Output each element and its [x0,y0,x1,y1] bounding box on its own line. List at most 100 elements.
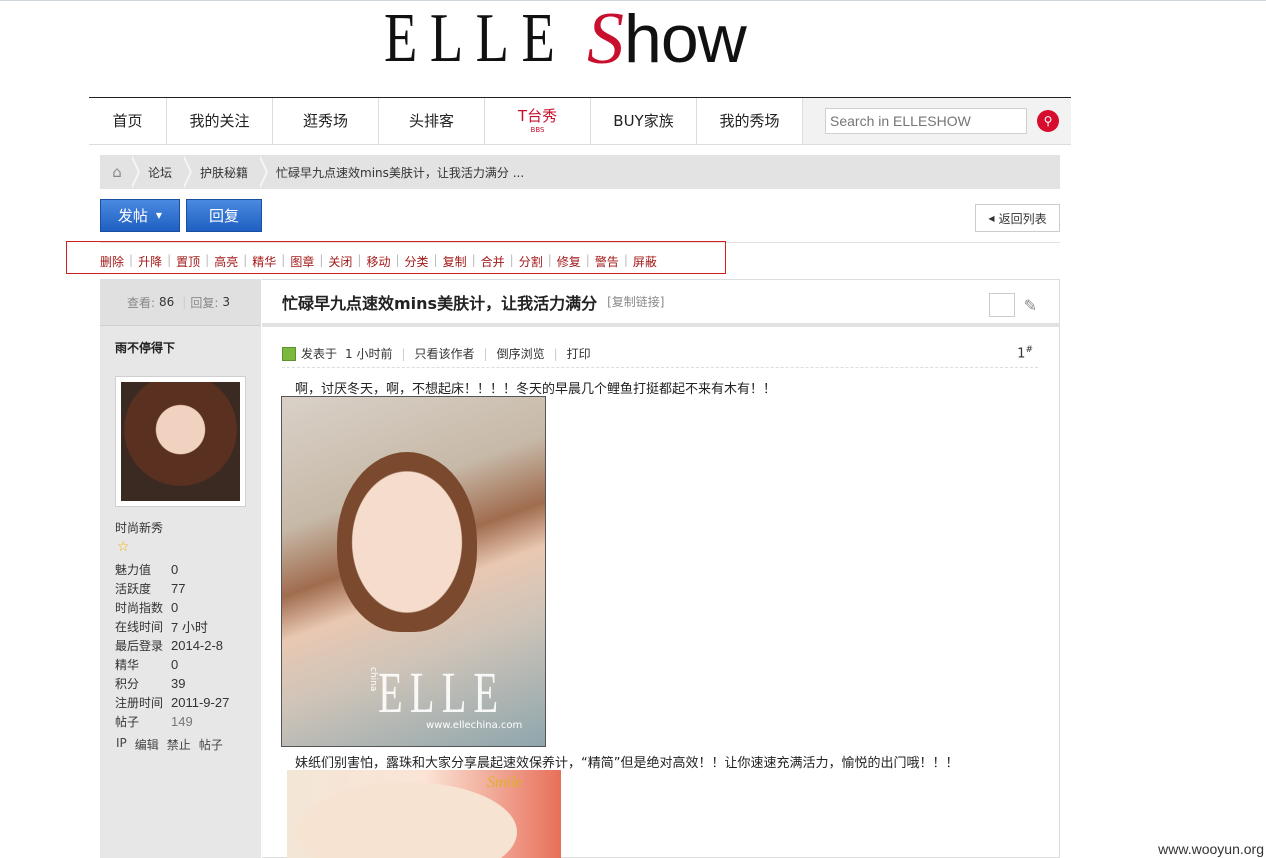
avatar-image [121,382,240,501]
mod-link[interactable]: 高亮 [214,253,238,270]
profile-row: 积分 39 [115,674,229,693]
elleshow-logo[interactable]: ELLE S how [384,0,747,77]
nav-runway-bbs[interactable]: T台秀 BBS [485,98,591,144]
profile-row: 帖子 149 [115,712,229,731]
mod-link[interactable]: 移动 [366,253,390,270]
views-label: 查看: [126,295,156,310]
mod-link[interactable]: 升降 [138,253,162,270]
floor-number[interactable]: 1# [1017,345,1033,361]
mod-link[interactable]: 图章 [290,253,314,270]
mod-link[interactable]: 分割 [519,253,543,270]
watermark-china: china [368,667,378,692]
mod-link[interactable]: 警告 [595,253,619,270]
profile-value: 0 [171,562,179,577]
search-button[interactable]: ⚲ [1037,110,1059,132]
star-icon: ☆ [117,539,130,555]
profile-value: 77 [171,581,186,596]
nav-showroom[interactable]: 逛秀场 [273,98,379,144]
reply-button[interactable]: 回复 [186,199,262,232]
post-image-2[interactable]: Smile [287,770,561,858]
nav-front-row[interactable]: 头排客 [379,98,485,144]
breadcrumb: ⌂ 论坛 护肤秘籍 忙碌早九点速效mins美肤计，让我活力满分 ... [100,155,1060,189]
breadcrumb-current: 忙碌早九点速效mins美肤计，让我活力满分 ... [258,155,538,189]
logo-elle: ELLE [384,0,568,77]
breadcrumb-label: 论坛 [148,165,173,180]
print-link[interactable]: 打印 [567,345,591,362]
profile-table: 魅力值 0 活跃度 77 时尚指数 0 在线时间 7 小时 最后登录 2014-2-8 精华 0 积分 3… [115,560,229,731]
reply-label: 回复 [208,207,239,225]
admin-op-link[interactable]: 编辑 [135,736,159,753]
nav-buy-family[interactable]: BUY家族 [591,98,697,144]
admin-op-link[interactable]: IP [116,736,127,753]
nav-label: 逛秀场 [302,111,348,130]
profile-value: 0 [171,600,179,615]
profile-row: 魅力值 0 [115,560,229,579]
avatar[interactable] [115,376,246,507]
separator: | [547,253,552,267]
only-author-link[interactable]: 只看该作者 [415,345,475,362]
separator: | [357,253,362,267]
mod-link[interactable]: 合并 [481,253,505,270]
new-post-label: 发帖 [117,207,148,225]
nav-my-show[interactable]: 我的秀场 [697,98,803,144]
home-icon[interactable]: ⌂ [100,163,134,181]
breadcrumb-label: 忙碌早九点速效mins美肤计，让我活力满分 ... [276,165,525,180]
nav-label: T台秀 [517,106,558,125]
search-icon: ⚲ [1043,114,1053,128]
mod-link[interactable]: 修复 [557,253,581,270]
watermark-elle: ELLE [378,660,506,725]
nav-label: BUY家族 [613,111,674,130]
mod-link[interactable]: 关闭 [328,253,352,270]
mod-link[interactable]: 复制 [443,253,467,270]
portrait [337,452,477,632]
separator: | [167,253,172,267]
new-post-button[interactable]: 发帖 ▼ [100,199,180,232]
select-checkbox[interactable] [989,293,1015,317]
author-sidebar: 查看: 86 | 回复: 3 雨不停得下 时尚新秀 ☆ 魅力值 0 活跃度 77 时尚指… [100,279,261,858]
nav-home[interactable]: 首页 [89,98,167,144]
profile-key: 活跃度 [115,582,152,596]
copy-link[interactable]: [复制链接] [607,293,664,310]
profile-row: 最后登录 2014-2-8 [115,636,229,655]
separator: | [433,253,438,267]
post-title: 忙碌早九点速效mins美肤计，让我活力满分 [282,293,598,313]
profile-row: 注册时间 2011-9-27 [115,693,229,712]
back-to-list-button[interactable]: ◀ 返回列表 [975,204,1060,232]
search-area: ⚲ [803,98,1071,144]
post-paragraph-2: 妹纸们别害怕，露珠和大家分享晨起速效保养计，“精简”但是绝对高效！！让你速速充满… [295,756,959,771]
floor-mark: # [1025,345,1033,356]
nav-label: 首页 [112,111,143,130]
moderation-toolbar: 删除 | 升降 | 置顶 | 高亮 | 精华 | 图章 | 关闭 | 移动 | 分类 | 复制 | 合并 | 分割 | 修复 | 警… [100,253,657,270]
breadcrumb-skincare[interactable]: 护肤秘籍 [182,155,262,189]
profile-value[interactable]: 149 [171,712,229,731]
profile-key: 时尚指数 [115,601,164,615]
views-count: 86 [159,295,175,309]
separator: | [395,253,400,267]
separator: | [553,346,558,361]
back-label: 返回列表 [998,211,1047,226]
mod-link[interactable]: 精华 [252,253,276,270]
admin-op-link[interactable]: 禁止 [167,736,191,753]
breadcrumb-forum[interactable]: 论坛 [129,155,186,189]
author-name[interactable]: 雨不停得下 [115,339,175,356]
separator: | [623,253,628,267]
mod-link[interactable]: 删除 [100,253,124,270]
site-watermark: www.wooyun.org [1158,841,1264,857]
main-nav: 首页 我的关注 逛秀场 头排客 T台秀 BBS BUY家族 我的秀场 ⚲ [89,97,1071,145]
plush-toy [297,782,517,858]
mod-link[interactable]: 置顶 [176,253,200,270]
reverse-order-link[interactable]: 倒序浏览 [497,345,545,362]
mod-link[interactable]: 分类 [405,253,429,270]
search-input[interactable] [825,108,1027,134]
replies-label: 回复: [190,295,219,310]
admin-op-link[interactable]: 帖子 [199,736,223,753]
mod-link[interactable]: 屏蔽 [633,253,657,270]
post-paragraph-1: 啊，讨厌冬天，啊，不想起床！！！！冬天的早晨几个鲤鱼打挺都起不来有木有！！ [295,382,777,397]
thread-stats: 查看: 86 | 回复: 3 [100,279,261,326]
separator: | [509,253,514,267]
profile-key: 在线时间 [115,620,164,634]
edit-pen-icon[interactable]: ✎ [1024,296,1037,315]
post-image-1[interactable]: china ELLE www.ellechina.com [281,396,546,747]
profile-key: 魅力值 [115,563,152,577]
nav-following[interactable]: 我的关注 [167,98,273,144]
